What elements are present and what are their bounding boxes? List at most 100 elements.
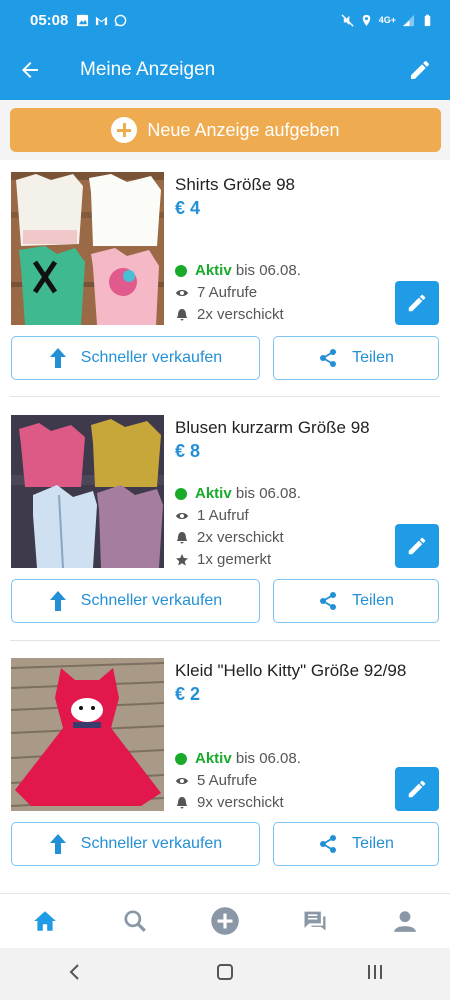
edit-listing-button[interactable] (395, 524, 439, 568)
status-time: 05:08 (30, 11, 69, 29)
page-title: Meine Anzeigen (80, 59, 216, 80)
blouses-photo-image (11, 415, 164, 568)
arrow-back-icon (22, 62, 38, 78)
listing-stat: 7 Aufrufe (175, 284, 257, 301)
bottom-navigation (0, 893, 450, 948)
recents-icon (368, 964, 382, 979)
listing-title[interactable]: Blusen kurzarm Größe 98 (175, 418, 370, 438)
share-icon (320, 349, 337, 367)
stat-views: 1 Aufruf (197, 507, 249, 524)
pencil-icon (411, 60, 429, 79)
listing-stat: 1x gemerkt (175, 551, 271, 568)
bell-icon (177, 531, 187, 543)
divider (10, 396, 440, 397)
bell-icon (177, 796, 187, 808)
listing-stat: 1 Aufruf (175, 507, 249, 524)
pencil-icon (408, 294, 426, 312)
share-button[interactable]: Teilen (273, 336, 439, 380)
add-icon (211, 907, 239, 935)
listing-stat: 2x verschickt (175, 306, 284, 323)
shirts-photo-image (11, 172, 164, 325)
listing-title[interactable]: Kleid "Hello Kitty" Größe 92/98 (175, 661, 406, 681)
pencil-icon (408, 780, 426, 798)
location-icon (362, 14, 370, 26)
signal-icon (402, 14, 415, 26)
stat-views: 7 Aufrufe (197, 284, 258, 301)
nav-add[interactable] (195, 894, 255, 949)
listing-price: € 2 (175, 684, 201, 704)
search-icon (124, 910, 146, 932)
listing-status: Aktiv bis 06.08. (175, 485, 301, 502)
active-dot-icon (175, 264, 187, 277)
listing-photo-shirts[interactable] (11, 172, 164, 325)
listing-title[interactable]: Shirts Größe 98 (175, 175, 295, 195)
share-button[interactable]: Teilen (273, 822, 439, 866)
stat-views: 5 Aufrufe (197, 772, 258, 789)
arrow-up-icon (49, 591, 66, 611)
listing-photo-dress[interactable] (11, 658, 164, 811)
sys-recents-button[interactable] (365, 962, 385, 987)
stat-sent: 2x verschickt (197, 306, 284, 323)
status-until: bis 06.08. (235, 485, 301, 502)
listing-price: € 8 (175, 441, 201, 461)
nav-profile[interactable] (375, 894, 435, 949)
eye-icon (176, 289, 188, 296)
share-label: Teilen (352, 835, 394, 852)
nav-home[interactable] (15, 894, 75, 949)
nav-search[interactable] (105, 894, 165, 949)
status-until: bis 06.08. (235, 750, 301, 767)
listing-price: € 4 (175, 198, 201, 218)
pencil-icon (408, 537, 426, 555)
listing-card: Blusen kurzarm Größe 98 € 8 Aktiv bis 06… (0, 403, 450, 643)
arrow-up-icon (49, 834, 66, 854)
share-icon (320, 835, 337, 853)
sell-faster-button[interactable]: Schneller verkaufen (11, 336, 260, 380)
sell-faster-button[interactable]: Schneller verkaufen (11, 579, 260, 623)
profile-icon (394, 911, 416, 932)
share-label: Teilen (352, 349, 394, 366)
dress-photo-image (11, 658, 164, 811)
sell-faster-button[interactable]: Schneller verkaufen (11, 822, 260, 866)
messages-icon (304, 911, 326, 931)
listing-stat: 2x verschickt (175, 529, 284, 546)
edit-button[interactable] (390, 40, 450, 100)
status-active: Aktiv (195, 262, 232, 279)
app-bar: Meine Anzeigen (0, 40, 450, 100)
listing-card: Shirts Größe 98 € 4 Aktiv bis 06.08. 7 A… (0, 160, 450, 398)
sell-faster-label: Schneller verkaufen (80, 835, 223, 852)
new-ad-label: Neue Anzeige aufgeben (147, 119, 340, 140)
sys-home-button[interactable] (215, 962, 235, 987)
status-active: Aktiv (195, 750, 232, 767)
listing-photo-blouses[interactable] (11, 415, 164, 568)
listing-status: Aktiv bis 06.08. (175, 262, 301, 279)
new-ad-button[interactable]: Neue Anzeige aufgeben (10, 108, 441, 152)
eye-icon (176, 777, 188, 784)
stat-sent: 2x verschickt (197, 529, 284, 546)
sell-faster-label: Schneller verkaufen (80, 592, 223, 609)
sys-back-button[interactable] (65, 962, 85, 987)
nav-messages[interactable] (285, 894, 345, 949)
home-square-icon (217, 963, 233, 980)
status-active: Aktiv (195, 485, 232, 502)
system-navigation (0, 948, 450, 1000)
image-icon (77, 14, 89, 26)
status-bar: 05:08 4G+ (0, 0, 450, 40)
plus-circle-icon (111, 117, 138, 143)
listing-stat: 5 Aufrufe (175, 772, 257, 789)
share-label: Teilen (352, 592, 394, 609)
bell-icon (177, 308, 187, 320)
arrow-up-icon (49, 348, 66, 368)
share-icon (320, 592, 337, 610)
battery-icon (424, 14, 431, 26)
active-dot-icon (175, 487, 187, 500)
edit-listing-button[interactable] (395, 767, 439, 811)
listing-stat: 9x verschickt (175, 794, 284, 811)
gmail-icon (96, 16, 108, 25)
back-button[interactable] (0, 40, 60, 100)
active-dot-icon (175, 752, 187, 765)
share-button[interactable]: Teilen (273, 579, 439, 623)
eye-icon (176, 512, 188, 519)
network-label: 4G+ (378, 15, 396, 25)
status-until: bis 06.08. (235, 262, 301, 279)
edit-listing-button[interactable] (395, 281, 439, 325)
